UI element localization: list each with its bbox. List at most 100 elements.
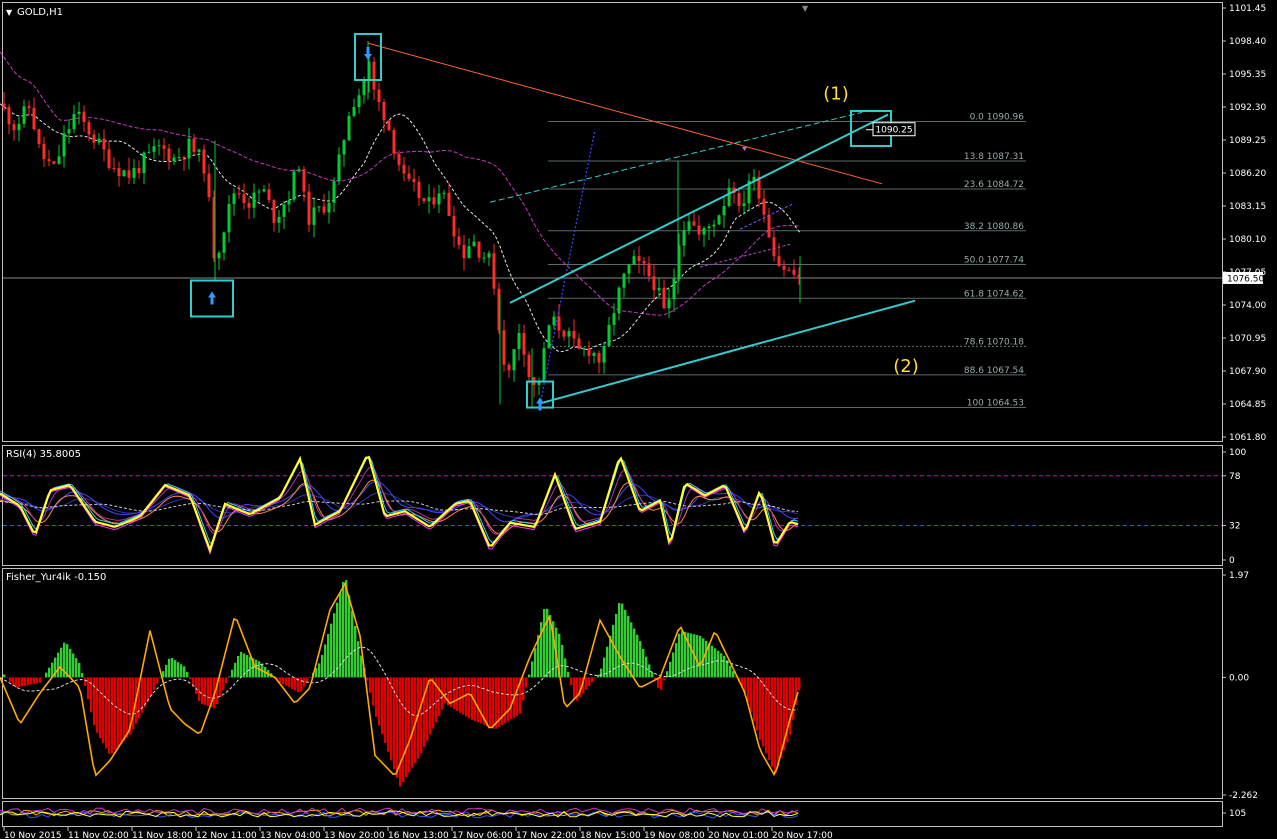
fisher-histogram-bar (528, 674, 531, 678)
candle-body (682, 230, 686, 246)
fisher-panel[interactable] (2, 568, 1223, 799)
candle-body (57, 156, 61, 164)
candle-body (332, 181, 336, 203)
fisher-histogram-bar (675, 643, 678, 678)
price-axis-tick-label: 1089.25 (1229, 136, 1266, 146)
fisher-histogram-bar (228, 676, 231, 678)
fisher-histogram-bar (399, 677, 402, 787)
time-axis-tick-label: 13 Nov 04:00 (260, 831, 321, 839)
candle-body (762, 198, 766, 215)
candle-body (127, 170, 131, 178)
fisher-histogram-bar (750, 677, 753, 712)
candle-body (257, 191, 261, 193)
candle-body (327, 202, 331, 213)
trading-chart[interactable]: 0.0 1090.96 13.8 1087.31 23.6 1084.72 38.2 … (0, 0, 1277, 839)
candle-body (157, 145, 161, 147)
candle-body (42, 143, 46, 160)
fisher-histogram-bar (240, 651, 243, 678)
fisher-histogram-bar (705, 640, 708, 678)
fisher-histogram-bar (678, 633, 681, 678)
fisher-histogram-bar (303, 677, 306, 687)
fisher-histogram-bar (375, 677, 378, 717)
candle-body (427, 197, 431, 202)
main-panel[interactable] (2, 2, 1223, 442)
fisher-histogram-bar (231, 669, 234, 678)
candle-body (17, 123, 21, 131)
candle-body (787, 269, 791, 271)
fisher-histogram-bar (183, 666, 186, 678)
candle-body (437, 193, 441, 205)
fisher-histogram-bar (663, 677, 666, 681)
fisher-histogram-bar (753, 677, 756, 722)
fisher-axis-tick-label: 1.97 (1229, 571, 1249, 581)
fisher-histogram-bar (237, 655, 240, 678)
candle-body (297, 169, 301, 172)
fisher-histogram-bar (351, 610, 354, 678)
candle-body (577, 338, 581, 349)
fisher-histogram-bar (249, 656, 252, 678)
candle-body (62, 133, 66, 157)
candle-body (697, 225, 701, 235)
fisher-histogram-bar (594, 677, 597, 679)
candle-body (82, 111, 86, 123)
price-axis-tick-label: 1095.35 (1229, 70, 1266, 80)
candle-body (382, 102, 386, 121)
fisher-histogram-bar (3, 674, 6, 678)
candle-body (737, 192, 741, 206)
fisher-histogram-bar (429, 677, 432, 735)
fisher-histogram-bar (585, 677, 588, 690)
fisher-histogram-bar (531, 661, 534, 678)
candle-body (632, 256, 636, 265)
fisher-histogram-bar (396, 677, 399, 778)
candle-body (267, 189, 271, 201)
fib-level-label: 13.8 1087.31 (964, 152, 1024, 162)
fisher-histogram-bar (108, 677, 111, 754)
candle-body (472, 241, 476, 247)
price-label-text: 1090.25 (875, 126, 912, 136)
fisher-histogram-bar (759, 677, 762, 740)
candle-body (307, 191, 311, 225)
fisher-histogram-bar (570, 677, 573, 686)
fisher-histogram-bar (564, 658, 567, 678)
fisher-histogram-bar (165, 664, 168, 678)
candle-body (377, 89, 381, 103)
fisher-histogram-bar (72, 653, 75, 678)
fisher-histogram-bar (30, 677, 33, 685)
candle-body (742, 203, 746, 206)
candle-body (22, 106, 26, 124)
fisher-histogram-bar (762, 677, 765, 747)
fisher-histogram-bar (99, 677, 102, 739)
fisher-axis-tick-label: 0.00 (1229, 673, 1249, 683)
candle-body (167, 148, 171, 162)
candle-body (352, 107, 356, 116)
scroll-marker[interactable]: ▼ (802, 4, 809, 13)
fisher-histogram-bar (534, 648, 537, 678)
candle-body (422, 198, 426, 202)
fisher-histogram-bar (285, 677, 288, 686)
dropdown-triangle-icon[interactable]: ▼ (6, 8, 13, 17)
chart-title: GOLD,H1 (17, 7, 63, 18)
candle-body (182, 157, 186, 159)
fisher-histogram-bar (309, 677, 312, 678)
candle-body (47, 159, 51, 162)
candle-body (337, 154, 341, 182)
fisher-histogram-bar (294, 677, 297, 691)
candle-body (502, 330, 506, 365)
fisher-histogram-bar (174, 660, 177, 678)
candle-body (302, 169, 306, 192)
fisher-histogram-bar (405, 677, 408, 778)
fisher-histogram-bar (588, 677, 591, 686)
fisher-histogram-bar (621, 603, 624, 678)
candle-body (512, 349, 516, 371)
candle-body (662, 287, 666, 309)
candle-body (727, 187, 731, 207)
fisher-histogram-bar (24, 677, 27, 686)
fisher-histogram-bar (288, 677, 291, 688)
candle-body (417, 181, 421, 199)
fisher-histogram-bar (468, 677, 471, 719)
fisher-histogram-bar (9, 677, 12, 682)
fisher-histogram-bar (111, 677, 114, 754)
candle-body (567, 331, 571, 337)
price-axis-tick-label: 1061.80 (1229, 433, 1266, 443)
fisher-histogram-bar (60, 647, 63, 678)
